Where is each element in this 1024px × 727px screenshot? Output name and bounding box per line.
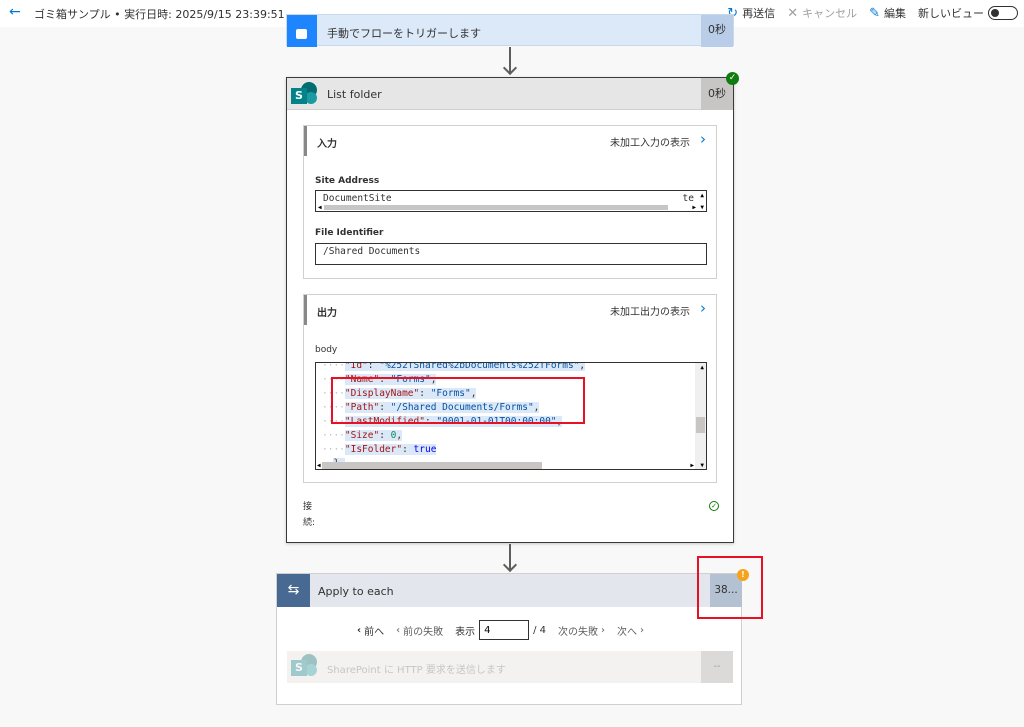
sharepoint-icon: S xyxy=(291,654,317,680)
sharepoint-icon: S xyxy=(291,82,317,108)
horizontal-scrollbar[interactable] xyxy=(324,205,668,210)
vertical-scroll-thumb[interactable] xyxy=(696,417,705,433)
arrow-down-icon xyxy=(502,557,518,573)
vertical-scrollbar[interactable] xyxy=(695,363,706,469)
run-title: ゴミ箱サンプル • 実行日時: 2025/9/15 23:39:51 xyxy=(34,8,285,21)
scroll-right-icon[interactable]: ▶ xyxy=(692,204,696,211)
edit-label: 編集 xyxy=(884,7,906,20)
next-button[interactable]: 次へ › xyxy=(617,623,644,638)
success-check-icon: ✓ xyxy=(726,72,739,85)
next-failure-label: 次の失敗 xyxy=(558,626,599,638)
http-action-label: SharePoint に HTTP 要求を送信します xyxy=(327,665,506,676)
prev-failure-label: 前の失敗 xyxy=(403,626,444,638)
file-identifier-label: File Identifier xyxy=(315,228,384,238)
outputs-heading: 出力 xyxy=(317,308,337,319)
json-line: ····"IsFolder": true xyxy=(322,444,437,455)
prev-button[interactable]: ‹ 前へ xyxy=(357,623,384,638)
iteration-pager: ‹前へ ‹前の失敗 表示 / 4 次の失敗› 次へ› xyxy=(357,620,656,640)
loop-icon: ⇆ xyxy=(277,574,310,607)
apply-to-each-title: Apply to each xyxy=(318,585,394,598)
prev-label: 前へ xyxy=(364,626,385,638)
list-folder-card: S List folder 0秒 ✓ 入力 未加工入力の表示 › Site Ad… xyxy=(286,72,739,543)
scroll-down-icon[interactable]: ▼ xyxy=(700,204,704,211)
file-identifier-field[interactable]: /Shared Documents xyxy=(315,243,707,265)
site-address-value: DocumentSite xyxy=(323,193,392,204)
edit-button[interactable]: ✎ 編集 xyxy=(869,5,906,21)
body-label: body xyxy=(315,345,338,355)
json-line: ····"Size": 0, xyxy=(322,430,403,441)
outputs-header: 出力 未加工出力の表示 › xyxy=(304,295,716,325)
connection-ok-icon: ✓ xyxy=(709,501,719,511)
apply-to-each-card: ⇆ Apply to each 38... ! ‹前へ ‹前の失敗 表示 / 4… xyxy=(276,569,749,705)
trigger-card[interactable]: 手動でフローをトリガーします 0秒 xyxy=(286,14,734,47)
hand-tap-icon xyxy=(287,15,317,47)
page-number-input[interactable] xyxy=(479,620,530,640)
connection-label: 接 xyxy=(303,502,313,512)
json-line: ····"Id": "%252fShared%2bDocuments%252fF… xyxy=(322,362,586,371)
trigger-label: 手動でフローをトリガーします xyxy=(327,27,481,40)
scroll-up-icon[interactable]: ▲ xyxy=(700,192,704,199)
http-action-duration: -- xyxy=(701,651,733,683)
show-label: 表示 xyxy=(455,626,476,638)
scroll-left-icon[interactable]: ◀ xyxy=(318,204,322,211)
cancel-label: キャンセル xyxy=(802,7,858,20)
site-address-label: Site Address xyxy=(315,176,380,186)
page-total: / 4 xyxy=(533,624,547,636)
pencil-icon: ✎ xyxy=(869,5,880,21)
new-view-toggle[interactable]: 新しいビュー xyxy=(918,5,1018,21)
chevron-right-icon[interactable]: › xyxy=(700,130,706,148)
chevron-left-icon: ‹ xyxy=(396,624,401,636)
list-folder-title: List folder xyxy=(327,88,382,101)
chevron-right-icon: › xyxy=(601,624,606,636)
next-failure-button[interactable]: 次の失敗 › xyxy=(558,623,605,638)
http-request-action[interactable]: S SharePoint に HTTP 要求を送信します -- xyxy=(287,651,733,683)
arrow-down-icon xyxy=(502,60,518,76)
site-address-field[interactable]: DocumentSite te ◀ ▶ ▲ ▼ xyxy=(315,190,707,212)
new-view-label: 新しいビュー xyxy=(918,7,984,20)
cancel-button[interactable]: ✕ キャンセル xyxy=(787,5,857,21)
horizontal-scroll-thumb[interactable] xyxy=(322,462,542,469)
scroll-left-icon[interactable]: ◀ xyxy=(317,462,321,469)
file-identifier-value: /Shared Documents xyxy=(323,246,421,257)
back-arrow-icon[interactable]: ← xyxy=(9,4,21,20)
inputs-section: 入力 未加工入力の表示 › Site Address DocumentSite … xyxy=(303,125,717,279)
highlight-box xyxy=(331,377,585,424)
inputs-heading: 入力 xyxy=(317,139,337,150)
trigger-duration: 0秒 xyxy=(701,15,733,47)
resubmit-button[interactable]: ↻ 再送信 xyxy=(727,5,775,21)
show-raw-inputs-link[interactable]: 未加工入力の表示 xyxy=(610,134,690,149)
prev-failure-button[interactable]: ‹ 前の失敗 xyxy=(396,623,443,638)
scroll-right-icon[interactable]: ▶ xyxy=(690,462,694,469)
site-address-tail: te xyxy=(682,193,694,204)
scroll-up-icon[interactable]: ▲ xyxy=(700,364,704,371)
chevron-left-icon: ‹ xyxy=(357,624,362,636)
scroll-down-icon[interactable]: ▼ xyxy=(700,462,704,469)
next-label: 次へ xyxy=(617,626,638,638)
chevron-right-icon: › xyxy=(640,624,645,636)
toolbar-actions: ↻ 再送信 ✕ キャンセル ✎ 編集 新しいビュー xyxy=(727,5,1024,21)
apply-to-each-header[interactable]: ⇆ Apply to each 38... xyxy=(277,574,742,607)
resubmit-label: 再送信 xyxy=(742,7,776,20)
connection-label-2: 続: xyxy=(303,518,316,528)
list-folder-header[interactable]: S List folder 0秒 xyxy=(287,78,733,110)
highlight-box xyxy=(697,556,763,619)
toggle-switch[interactable] xyxy=(988,6,1018,20)
inputs-header: 入力 未加工入力の表示 › xyxy=(304,126,716,156)
show-raw-outputs-link[interactable]: 未加工出力の表示 xyxy=(610,303,690,318)
close-icon: ✕ xyxy=(787,5,799,21)
chevron-right-icon[interactable]: › xyxy=(700,299,706,317)
